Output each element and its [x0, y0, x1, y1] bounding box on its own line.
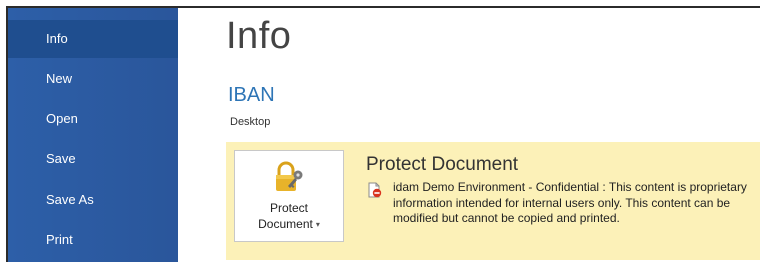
- protect-button-label-text: Document: [258, 217, 313, 231]
- document-location[interactable]: Desktop: [230, 116, 270, 128]
- restricted-document-icon: [368, 182, 382, 198]
- protect-description: idam Demo Environment - Confidential : T…: [393, 180, 747, 225]
- sidebar-item-info[interactable]: Info: [8, 20, 178, 58]
- sidebar-item-print[interactable]: Print: [8, 221, 178, 259]
- protect-button-label-line2: Document ▾: [235, 217, 343, 231]
- sidebar-item-save[interactable]: Save: [8, 140, 178, 178]
- document-name: IBAN: [228, 84, 275, 106]
- backstage-sidebar: Info New Open Save Save As Print: [8, 8, 178, 262]
- protect-button-label-line1: Protect: [269, 201, 308, 215]
- sidebar-item-open[interactable]: Open: [8, 100, 178, 138]
- sidebar-item-save-as[interactable]: Save As: [8, 181, 178, 219]
- chevron-down-icon: ▾: [315, 220, 320, 230]
- backstage-window: Info New Open Save Save As Print Info IB…: [6, 6, 760, 262]
- protect-document-button[interactable]: Protect Document ▾: [234, 150, 344, 242]
- page-title: Info: [226, 15, 292, 57]
- protect-heading: Protect Document: [366, 154, 519, 175]
- info-panel: Info IBAN Desktop Protect Document ▾ Prot…: [178, 8, 760, 262]
- sidebar-item-new[interactable]: New: [8, 60, 178, 98]
- lock-key-icon: [276, 161, 303, 191]
- protect-document-panel: Protect Document ▾ Protect Document idam …: [226, 142, 760, 260]
